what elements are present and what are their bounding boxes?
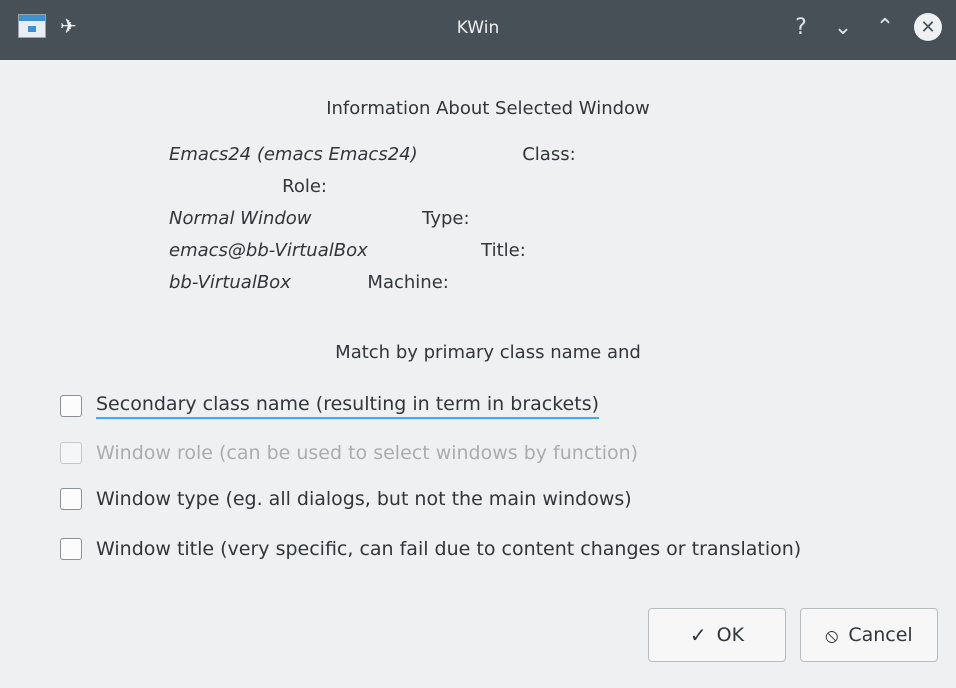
secondary-class-checkbox[interactable]: Secondary class name (resulting in term … [60,393,599,419]
info-label: Class: [522,144,576,165]
checkbox[interactable] [60,538,82,560]
minimize-icon[interactable]: ⌄ [830,12,856,42]
checkbox-label[interactable]: Window title (very specific, can fail du… [96,538,801,560]
help-icon[interactable]: ? [788,12,814,42]
checkbox[interactable] [60,395,82,417]
ok-label: OK [716,624,745,646]
checkbox-label: Window role (can be used to select windo… [96,442,639,464]
maximize-icon[interactable]: ⌃ [872,12,898,42]
info-value: bb-VirtualBox [169,272,291,293]
info-label: Type: [422,208,470,229]
title-bar[interactable]: ✈ KWin ? ⌄ ⌃ ✕ [0,0,956,60]
info-heading: Information About Selected Window [326,98,650,119]
cancel-icon: ⦸ [825,623,839,647]
info-row-type: Type: Normal Window [0,208,470,240]
check-icon: ✓ [689,623,707,647]
ok-button[interactable]: ✓ OK [648,608,786,662]
checkbox [60,442,82,464]
cancel-label: Cancel [848,624,913,646]
info-label: Title: [481,240,526,261]
close-icon[interactable]: ✕ [914,13,942,41]
match-heading: Match by primary class name and [335,342,641,363]
info-row-title: Title: emacs@bb-VirtualBox [0,240,526,272]
info-value: Normal Window [169,208,312,229]
info-row-machine: Machine: bb-VirtualBox [0,272,449,304]
info-label: Machine: [367,272,449,293]
cancel-button[interactable]: ⦸ Cancel [800,608,938,662]
info-row-class: Class: Emacs24 (emacs Emacs24) [0,144,576,176]
window-role-checkbox: Window role (can be used to select windo… [60,442,638,464]
checkbox-label[interactable]: Secondary class name (resulting in term … [96,393,599,419]
checkbox-label[interactable]: Window type (eg. all dialogs, but not th… [96,488,632,510]
dialog-content: Information About Selected Window Class:… [0,60,956,688]
checkbox[interactable] [60,488,82,510]
info-label: Role: [282,176,327,197]
info-value: Emacs24 (emacs Emacs24) [169,144,418,165]
info-value: emacs@bb-VirtualBox [169,240,368,261]
info-row-role: Role: [0,176,327,208]
window-type-checkbox[interactable]: Window type (eg. all dialogs, but not th… [60,488,632,510]
window-title-checkbox[interactable]: Window title (very specific, can fail du… [60,538,801,560]
